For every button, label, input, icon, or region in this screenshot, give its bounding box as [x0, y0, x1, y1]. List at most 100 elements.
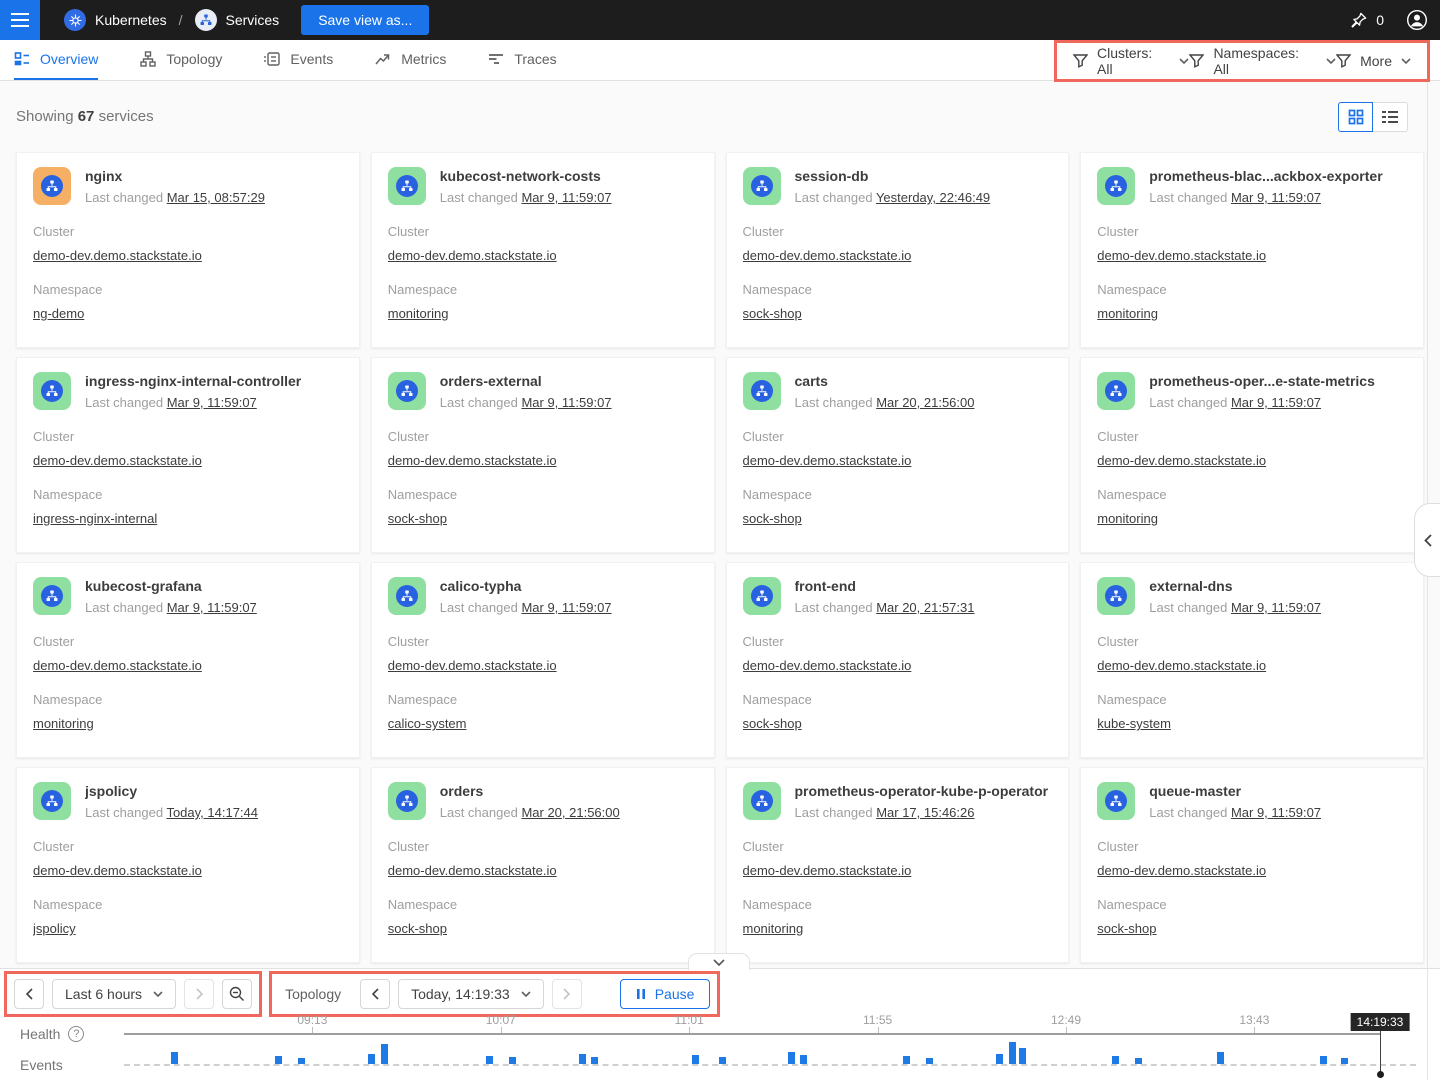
last-changed-link[interactable]: Mar 20, 21:57:31	[876, 600, 974, 615]
service-name[interactable]: prometheus-operator-kube-p-operator	[795, 783, 1049, 799]
last-changed-link[interactable]: Mar 9, 11:59:07	[521, 600, 611, 615]
service-card[interactable]: orders Last changed Mar 20, 21:56:00 Clu…	[371, 767, 715, 963]
tab-topology[interactable]: Topology	[140, 40, 222, 80]
namespace-link[interactable]: monitoring	[1097, 511, 1158, 526]
namespace-link[interactable]: jspolicy	[33, 921, 76, 936]
service-card[interactable]: prometheus-operator-kube-p-operator Last…	[726, 767, 1070, 963]
cluster-link[interactable]: demo-dev.demo.stackstate.io	[1097, 658, 1266, 673]
namespace-link[interactable]: calico-system	[388, 716, 467, 731]
time-range-dropdown[interactable]: Last 6 hours	[52, 979, 176, 1009]
filter-clusters[interactable]: Clusters: All	[1073, 45, 1189, 77]
cluster-link[interactable]: demo-dev.demo.stackstate.io	[33, 863, 202, 878]
menu-button[interactable]	[0, 0, 40, 40]
last-changed-link[interactable]: Today, 14:17:44	[166, 805, 258, 820]
service-card[interactable]: external-dns Last changed Mar 9, 11:59:0…	[1080, 562, 1424, 758]
service-name[interactable]: orders	[440, 783, 620, 799]
event-bar[interactable]	[788, 1052, 795, 1064]
service-card[interactable]: prometheus-oper...e-state-metrics Last c…	[1080, 357, 1424, 553]
service-card[interactable]: queue-master Last changed Mar 9, 11:59:0…	[1080, 767, 1424, 963]
last-changed-link[interactable]: Mar 15, 08:57:29	[167, 190, 265, 205]
event-bar[interactable]	[171, 1052, 178, 1064]
event-bar[interactable]	[903, 1056, 910, 1064]
cluster-link[interactable]: demo-dev.demo.stackstate.io	[33, 248, 202, 263]
filter-namespaces[interactable]: Namespaces: All	[1189, 45, 1336, 77]
event-bar[interactable]	[275, 1056, 282, 1064]
tab-overview[interactable]: Overview	[14, 40, 98, 80]
event-bar[interactable]	[1217, 1052, 1224, 1064]
cluster-link[interactable]: demo-dev.demo.stackstate.io	[388, 248, 557, 263]
last-changed-link[interactable]: Yesterday, 22:46:49	[876, 190, 990, 205]
service-name[interactable]: nginx	[85, 168, 265, 184]
service-name[interactable]: front-end	[795, 578, 975, 594]
cluster-link[interactable]: demo-dev.demo.stackstate.io	[388, 453, 557, 468]
event-bar[interactable]	[1341, 1058, 1348, 1064]
service-card[interactable]: carts Last changed Mar 20, 21:56:00 Clus…	[726, 357, 1070, 553]
service-name[interactable]: external-dns	[1149, 578, 1321, 594]
topology-time-back-button[interactable]	[360, 979, 390, 1009]
last-changed-link[interactable]: Mar 9, 11:59:07	[1231, 805, 1321, 820]
namespace-link[interactable]: monitoring	[1097, 306, 1158, 321]
breadcrumb-kubernetes[interactable]: Kubernetes	[95, 12, 167, 28]
service-name[interactable]: carts	[795, 373, 975, 389]
namespace-link[interactable]: sock-shop	[1097, 921, 1156, 936]
service-name[interactable]: orders-external	[440, 373, 612, 389]
range-forward-button[interactable]	[184, 979, 214, 1009]
namespace-link[interactable]: sock-shop	[388, 921, 447, 936]
service-name[interactable]: queue-master	[1149, 783, 1321, 799]
cluster-link[interactable]: demo-dev.demo.stackstate.io	[1097, 863, 1266, 878]
service-name[interactable]: ingress-nginx-internal-controller	[85, 373, 301, 389]
event-bar[interactable]	[692, 1055, 699, 1064]
event-bar[interactable]	[486, 1056, 493, 1064]
filter-more[interactable]: More	[1336, 53, 1411, 69]
event-bar[interactable]	[579, 1054, 586, 1064]
event-bar[interactable]	[381, 1044, 388, 1064]
event-bar[interactable]	[1019, 1048, 1026, 1064]
namespace-link[interactable]: sock-shop	[743, 716, 802, 731]
namespace-link[interactable]: sock-shop	[743, 306, 802, 321]
range-back-button[interactable]	[14, 979, 44, 1009]
event-bar[interactable]	[1112, 1056, 1119, 1064]
breadcrumb-services[interactable]: Services	[226, 12, 280, 28]
tab-traces[interactable]: Traces	[488, 40, 556, 80]
pause-button[interactable]: Pause	[620, 979, 711, 1009]
event-bar[interactable]	[298, 1058, 305, 1064]
list-view-button[interactable]	[1373, 102, 1408, 132]
last-changed-link[interactable]: Mar 9, 11:59:07	[521, 395, 611, 410]
cluster-link[interactable]: demo-dev.demo.stackstate.io	[1097, 453, 1266, 468]
namespace-link[interactable]: kube-system	[1097, 716, 1171, 731]
health-events-timeline[interactable]: Health ? Events 14:19:33 09:1310:0711:01…	[0, 1013, 1440, 1079]
service-name[interactable]: calico-typha	[440, 578, 612, 594]
service-card[interactable]: kubecost-network-costs Last changed Mar …	[371, 152, 715, 348]
event-bar[interactable]	[719, 1057, 726, 1064]
namespace-link[interactable]: ng-demo	[33, 306, 84, 321]
cluster-link[interactable]: demo-dev.demo.stackstate.io	[743, 248, 912, 263]
cluster-link[interactable]: demo-dev.demo.stackstate.io	[1097, 248, 1266, 263]
last-changed-link[interactable]: Mar 20, 21:56:00	[876, 395, 974, 410]
tab-events[interactable]: Events	[264, 40, 333, 80]
grid-view-button[interactable]	[1338, 102, 1373, 132]
cluster-link[interactable]: demo-dev.demo.stackstate.io	[33, 453, 202, 468]
help-icon[interactable]: ?	[68, 1026, 84, 1042]
service-card[interactable]: jspolicy Last changed Today, 14:17:44 Cl…	[16, 767, 360, 963]
event-bar[interactable]	[591, 1057, 598, 1064]
cluster-link[interactable]: demo-dev.demo.stackstate.io	[743, 453, 912, 468]
event-bar[interactable]	[1135, 1058, 1142, 1064]
event-bar[interactable]	[509, 1057, 516, 1064]
event-bar[interactable]	[1009, 1042, 1016, 1064]
pin-icon[interactable]	[1349, 11, 1368, 30]
right-panel-collapse-handle[interactable]	[1414, 503, 1440, 577]
zoom-out-button[interactable]	[222, 979, 252, 1009]
topology-time-forward-button[interactable]	[552, 979, 582, 1009]
service-card[interactable]: session-db Last changed Yesterday, 22:46…	[726, 152, 1070, 348]
last-changed-link[interactable]: Mar 9, 11:59:07	[521, 190, 611, 205]
service-name[interactable]: prometheus-oper...e-state-metrics	[1149, 373, 1375, 389]
save-view-button[interactable]: Save view as...	[301, 5, 429, 35]
last-changed-link[interactable]: Mar 9, 11:59:07	[1231, 395, 1321, 410]
timeline-collapse-handle[interactable]	[688, 953, 750, 970]
service-name[interactable]: session-db	[795, 168, 991, 184]
service-name[interactable]: kubecost-grafana	[85, 578, 257, 594]
topology-time-dropdown[interactable]: Today, 14:19:33	[398, 979, 544, 1009]
service-card[interactable]: ingress-nginx-internal-controller Last c…	[16, 357, 360, 553]
service-name[interactable]: kubecost-network-costs	[440, 168, 612, 184]
last-changed-link[interactable]: Mar 9, 11:59:07	[167, 600, 257, 615]
